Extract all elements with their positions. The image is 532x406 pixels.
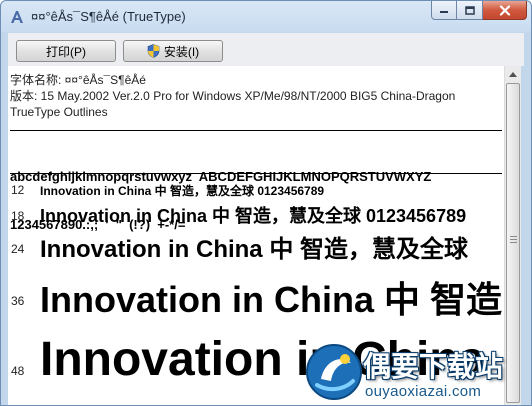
window-title: ¤¤°êÅs¯S¶êÅé (TrueType) [31, 9, 186, 24]
minimize-button[interactable] [431, 1, 457, 20]
maximize-button[interactable] [457, 1, 483, 20]
font-info: 字体名称: ¤¤°êÅs¯S¶êÅé 版本: 15 May.2002 Ver.2… [10, 72, 504, 120]
divider [10, 130, 502, 131]
maximize-icon [464, 5, 475, 15]
sample-size-label: 24 [11, 242, 25, 256]
font-version-line-2: TrueType Outlines [10, 105, 108, 119]
scroll-up-arrow-icon [509, 72, 517, 77]
sample-size-label: 12 [11, 183, 25, 197]
sample-text: Innovation in China 中 智造，慧及全球 [40, 236, 468, 263]
minimize-icon [440, 11, 448, 13]
uac-shield-icon [147, 44, 160, 58]
close-button[interactable] [483, 1, 527, 20]
print-button[interactable]: 打印(P) [16, 40, 116, 62]
toolbar: 打印(P) 安装(I) [8, 33, 524, 66]
close-icon [499, 4, 510, 16]
sample-size-label: 18 [11, 209, 25, 223]
site-watermark: 偶要下载站 ouyaoxiazai.com [303, 341, 531, 405]
font-viewer-window: ¤¤°êÅs¯S¶êÅé (TrueType) 打印(P) 安装(I) 字体名称… [0, 0, 532, 406]
install-button[interactable]: 安装(I) [123, 40, 223, 62]
sample-text: Innovation in China 中 智造，慧及全球 0123456789 [40, 184, 325, 198]
sample-size-label: 36 [11, 294, 25, 308]
caption-buttons [431, 1, 527, 21]
watermark-text: 偶要下载站 [363, 350, 504, 383]
font-name-line: 字体名称: ¤¤°êÅs¯S¶êÅé [10, 73, 146, 87]
thumb-grip [510, 239, 517, 240]
scroll-up-button[interactable] [505, 66, 521, 83]
font-viewer-icon [11, 11, 23, 23]
thumb-grip [510, 242, 517, 243]
thumb-grip [510, 236, 517, 237]
title-bar[interactable]: ¤¤°êÅs¯S¶êÅé (TrueType) [1, 1, 531, 33]
print-button-label: 打印(P) [46, 44, 86, 59]
divider [10, 173, 502, 174]
watermark-logo-icon [306, 344, 362, 400]
watermark-url: ouyaoxiazai.com [365, 383, 482, 400]
font-version-line: 版本: 15 May.2002 Ver.2.0 Pro for Windows … [10, 89, 456, 103]
sample-size-label: 48 [11, 364, 25, 378]
install-button-label: 安装(I) [163, 44, 200, 59]
sample-text: Innovation in China 中 智造，慧及全球 0123456789 [40, 206, 467, 226]
sample-text: Innovation in China 中 智造 [40, 279, 502, 320]
